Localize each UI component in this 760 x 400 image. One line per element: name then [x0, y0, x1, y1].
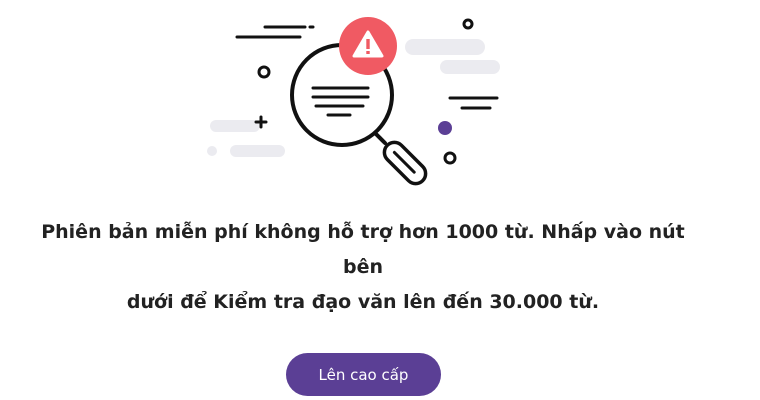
magnifier-warning-illustration [207, 17, 500, 186]
magnifier-handle [370, 128, 428, 186]
ring-decoration [257, 65, 271, 79]
message-line-1: Phiên bản miễn phí không hỗ trợ hơn 1000… [41, 221, 685, 278]
warning-icon [339, 17, 397, 75]
ring-decoration [462, 18, 474, 30]
upgrade-button[interactable]: Lên cao cấp [286, 353, 441, 396]
dot-decoration [438, 121, 452, 135]
word-limit-message: Phiên bản miễn phí không hỗ trợ hơn 1000… [40, 215, 686, 320]
message-line-2: dưới để Kiểm tra đạo văn lên đến 30.000 … [126, 291, 600, 313]
ring-decoration [443, 151, 457, 165]
